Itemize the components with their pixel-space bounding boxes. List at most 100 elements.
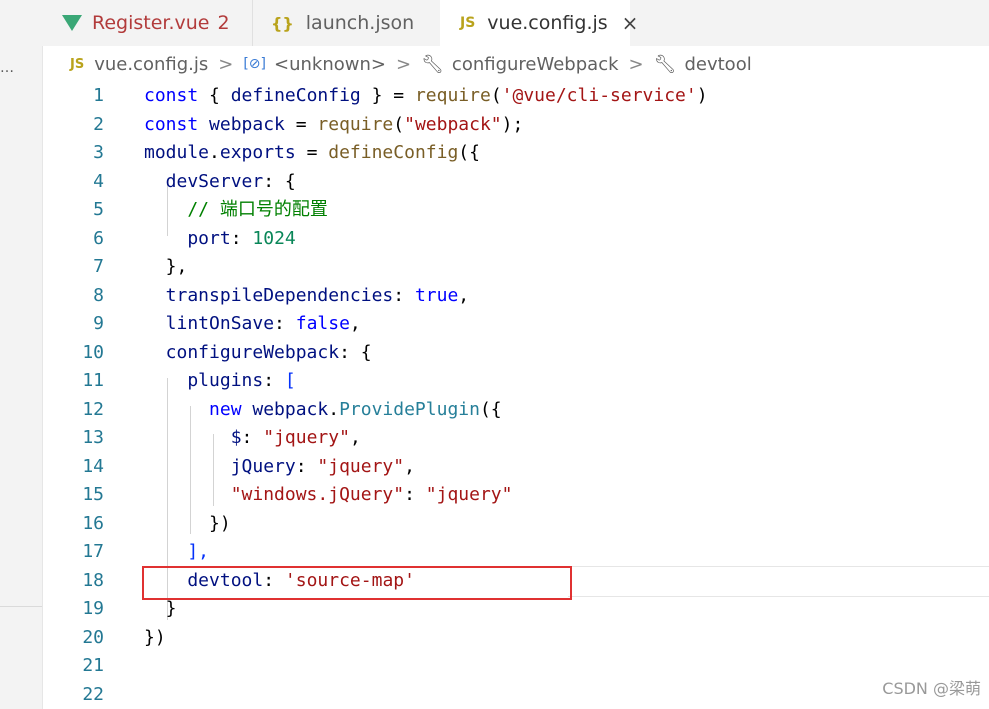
line-code: }) [144, 624, 166, 652]
line-code: lintOnSave: false, [144, 310, 361, 338]
watermark: CSDN @梁萌 [882, 679, 981, 698]
js-icon: JS [460, 15, 476, 31]
code-line[interactable]: 9 lintOnSave: false, [42, 310, 989, 338]
braces-icon: {} [271, 13, 294, 33]
activity-sidebar: … [0, 0, 43, 709]
line-number: 11 [82, 370, 104, 391]
code-line[interactable]: 7 }, [42, 253, 989, 281]
code-token: port [144, 227, 231, 249]
code-line[interactable]: 15 "windows.jQuery": "jquery" [42, 481, 989, 509]
code-line[interactable]: 11 plugins: [ [42, 367, 989, 395]
line-code: ], [144, 538, 209, 566]
code-line[interactable]: 5 // 端口号的配置 [42, 196, 989, 224]
code-token: , [404, 455, 415, 477]
code-token: : [263, 370, 285, 391]
line-number: 18 [82, 569, 104, 591]
js-icon: JS [70, 56, 85, 72]
breadcrumb-item-configurewebpack[interactable]: configureWebpack [452, 54, 619, 75]
code-token: , [349, 313, 361, 334]
code-token: lintOnSave [144, 313, 275, 334]
code-line[interactable]: 19 } [42, 595, 989, 623]
code-token: "jquery" [263, 427, 350, 448]
more-icon[interactable]: … [0, 60, 15, 76]
code-token: = [284, 113, 318, 135]
code-token: = [295, 142, 329, 163]
sidebar-divider [0, 606, 42, 607]
code-token: configureWebpack [144, 341, 340, 363]
line-number: 16 [82, 512, 104, 534]
code-token: const [144, 85, 210, 106]
code-token: } = [360, 85, 415, 106]
line-code: devtool: 'source-map' [144, 567, 415, 595]
line-code: }, [144, 253, 188, 281]
code-token: exports [219, 142, 296, 163]
line-code: const { defineConfig } = require('@vue/c… [144, 82, 708, 110]
code-token: ) [696, 85, 708, 106]
line-number: 10 [82, 341, 104, 363]
code-token: "webpack" [404, 113, 502, 135]
code-token: : [241, 427, 264, 448]
tab-vue-config-js[interactable]: JS vue.config.js × [440, 0, 638, 46]
code-line[interactable]: 3 module.exports = defineConfig({ [42, 139, 989, 167]
line-number: 4 [93, 170, 104, 192]
code-line[interactable]: 10 configureWebpack: { [42, 339, 989, 367]
code-token: devtool [144, 569, 264, 591]
line-code: const webpack = require("webpack"); [144, 111, 523, 139]
code-token: } [144, 598, 177, 619]
code-line[interactable]: 17 ], [42, 538, 989, 566]
code-line[interactable]: 6 port: 1024 [42, 225, 989, 253]
chevron-right-icon: > [218, 53, 234, 75]
line-number: 13 [82, 427, 104, 448]
line-number: 17 [82, 541, 104, 562]
line-number: 9 [93, 313, 104, 334]
code-token: , [458, 284, 470, 306]
code-line[interactable]: 8 transpileDependencies: true, [42, 282, 989, 310]
code-token: plugins [144, 370, 264, 391]
code-line[interactable]: 18 devtool: 'source-map' [42, 567, 989, 595]
line-number: 8 [93, 284, 104, 306]
line-code: "windows.jQuery": "jquery" [144, 481, 513, 509]
code-editor[interactable]: 1 const { defineConfig } = require('@vue/… [42, 82, 989, 709]
line-number: 3 [93, 142, 104, 163]
wrench-icon: 🔧︎ [421, 53, 444, 75]
code-token: new [144, 398, 253, 420]
line-number: 19 [82, 598, 104, 619]
line-number: 2 [93, 113, 104, 135]
symbol-variable-icon: [⊘] [243, 56, 266, 72]
code-line[interactable]: 12 new webpack.ProvidePlugin({ [42, 396, 989, 424]
line-number: 20 [82, 626, 104, 648]
close-icon[interactable]: × [622, 11, 639, 35]
code-line[interactable]: 22 [42, 681, 989, 709]
line-number: 15 [82, 484, 104, 505]
code-line[interactable]: 4 devServer: { [42, 168, 989, 196]
breadcrumb-item-devtool[interactable]: devtool [684, 54, 751, 75]
code-token: , [349, 427, 361, 448]
code-token: ], [144, 541, 210, 562]
breadcrumb-item-unknown[interactable]: <unknown> [274, 54, 386, 75]
code-line[interactable]: 13 $: "jquery", [42, 424, 989, 452]
code-token: $ [144, 427, 242, 448]
line-code: plugins: [ [144, 367, 295, 395]
chevron-right-icon: > [628, 53, 644, 75]
tab-register-vue[interactable]: Register.vue 2 [42, 0, 250, 46]
code-token: // 端口号的配置 [144, 199, 328, 220]
tab-label: vue.config.js [487, 12, 608, 34]
code-line[interactable]: 2 const webpack = require("webpack"); [42, 111, 989, 139]
code-token: : [404, 484, 426, 505]
code-line[interactable]: 20}) [42, 624, 989, 652]
code-token: ({ [479, 398, 502, 420]
code-line[interactable]: 16 }) [42, 510, 989, 538]
line-number: 22 [82, 683, 104, 705]
code-token: const [144, 113, 210, 135]
line-code: transpileDependencies: true, [144, 282, 469, 310]
code-token: }) [144, 512, 231, 534]
code-token: "windows.jQuery" [144, 484, 405, 505]
line-code: devServer: { [144, 168, 296, 196]
code-token: webpack [209, 113, 285, 135]
code-line[interactable]: 21 [42, 652, 989, 680]
breadcrumb-item-file[interactable]: vue.config.js [94, 54, 208, 75]
code-token: require [317, 113, 394, 135]
code-line[interactable]: 1 const { defineConfig } = require('@vue/… [42, 82, 989, 110]
line-number: 5 [93, 199, 104, 220]
code-line[interactable]: 14 jQuery: "jquery", [42, 453, 989, 481]
